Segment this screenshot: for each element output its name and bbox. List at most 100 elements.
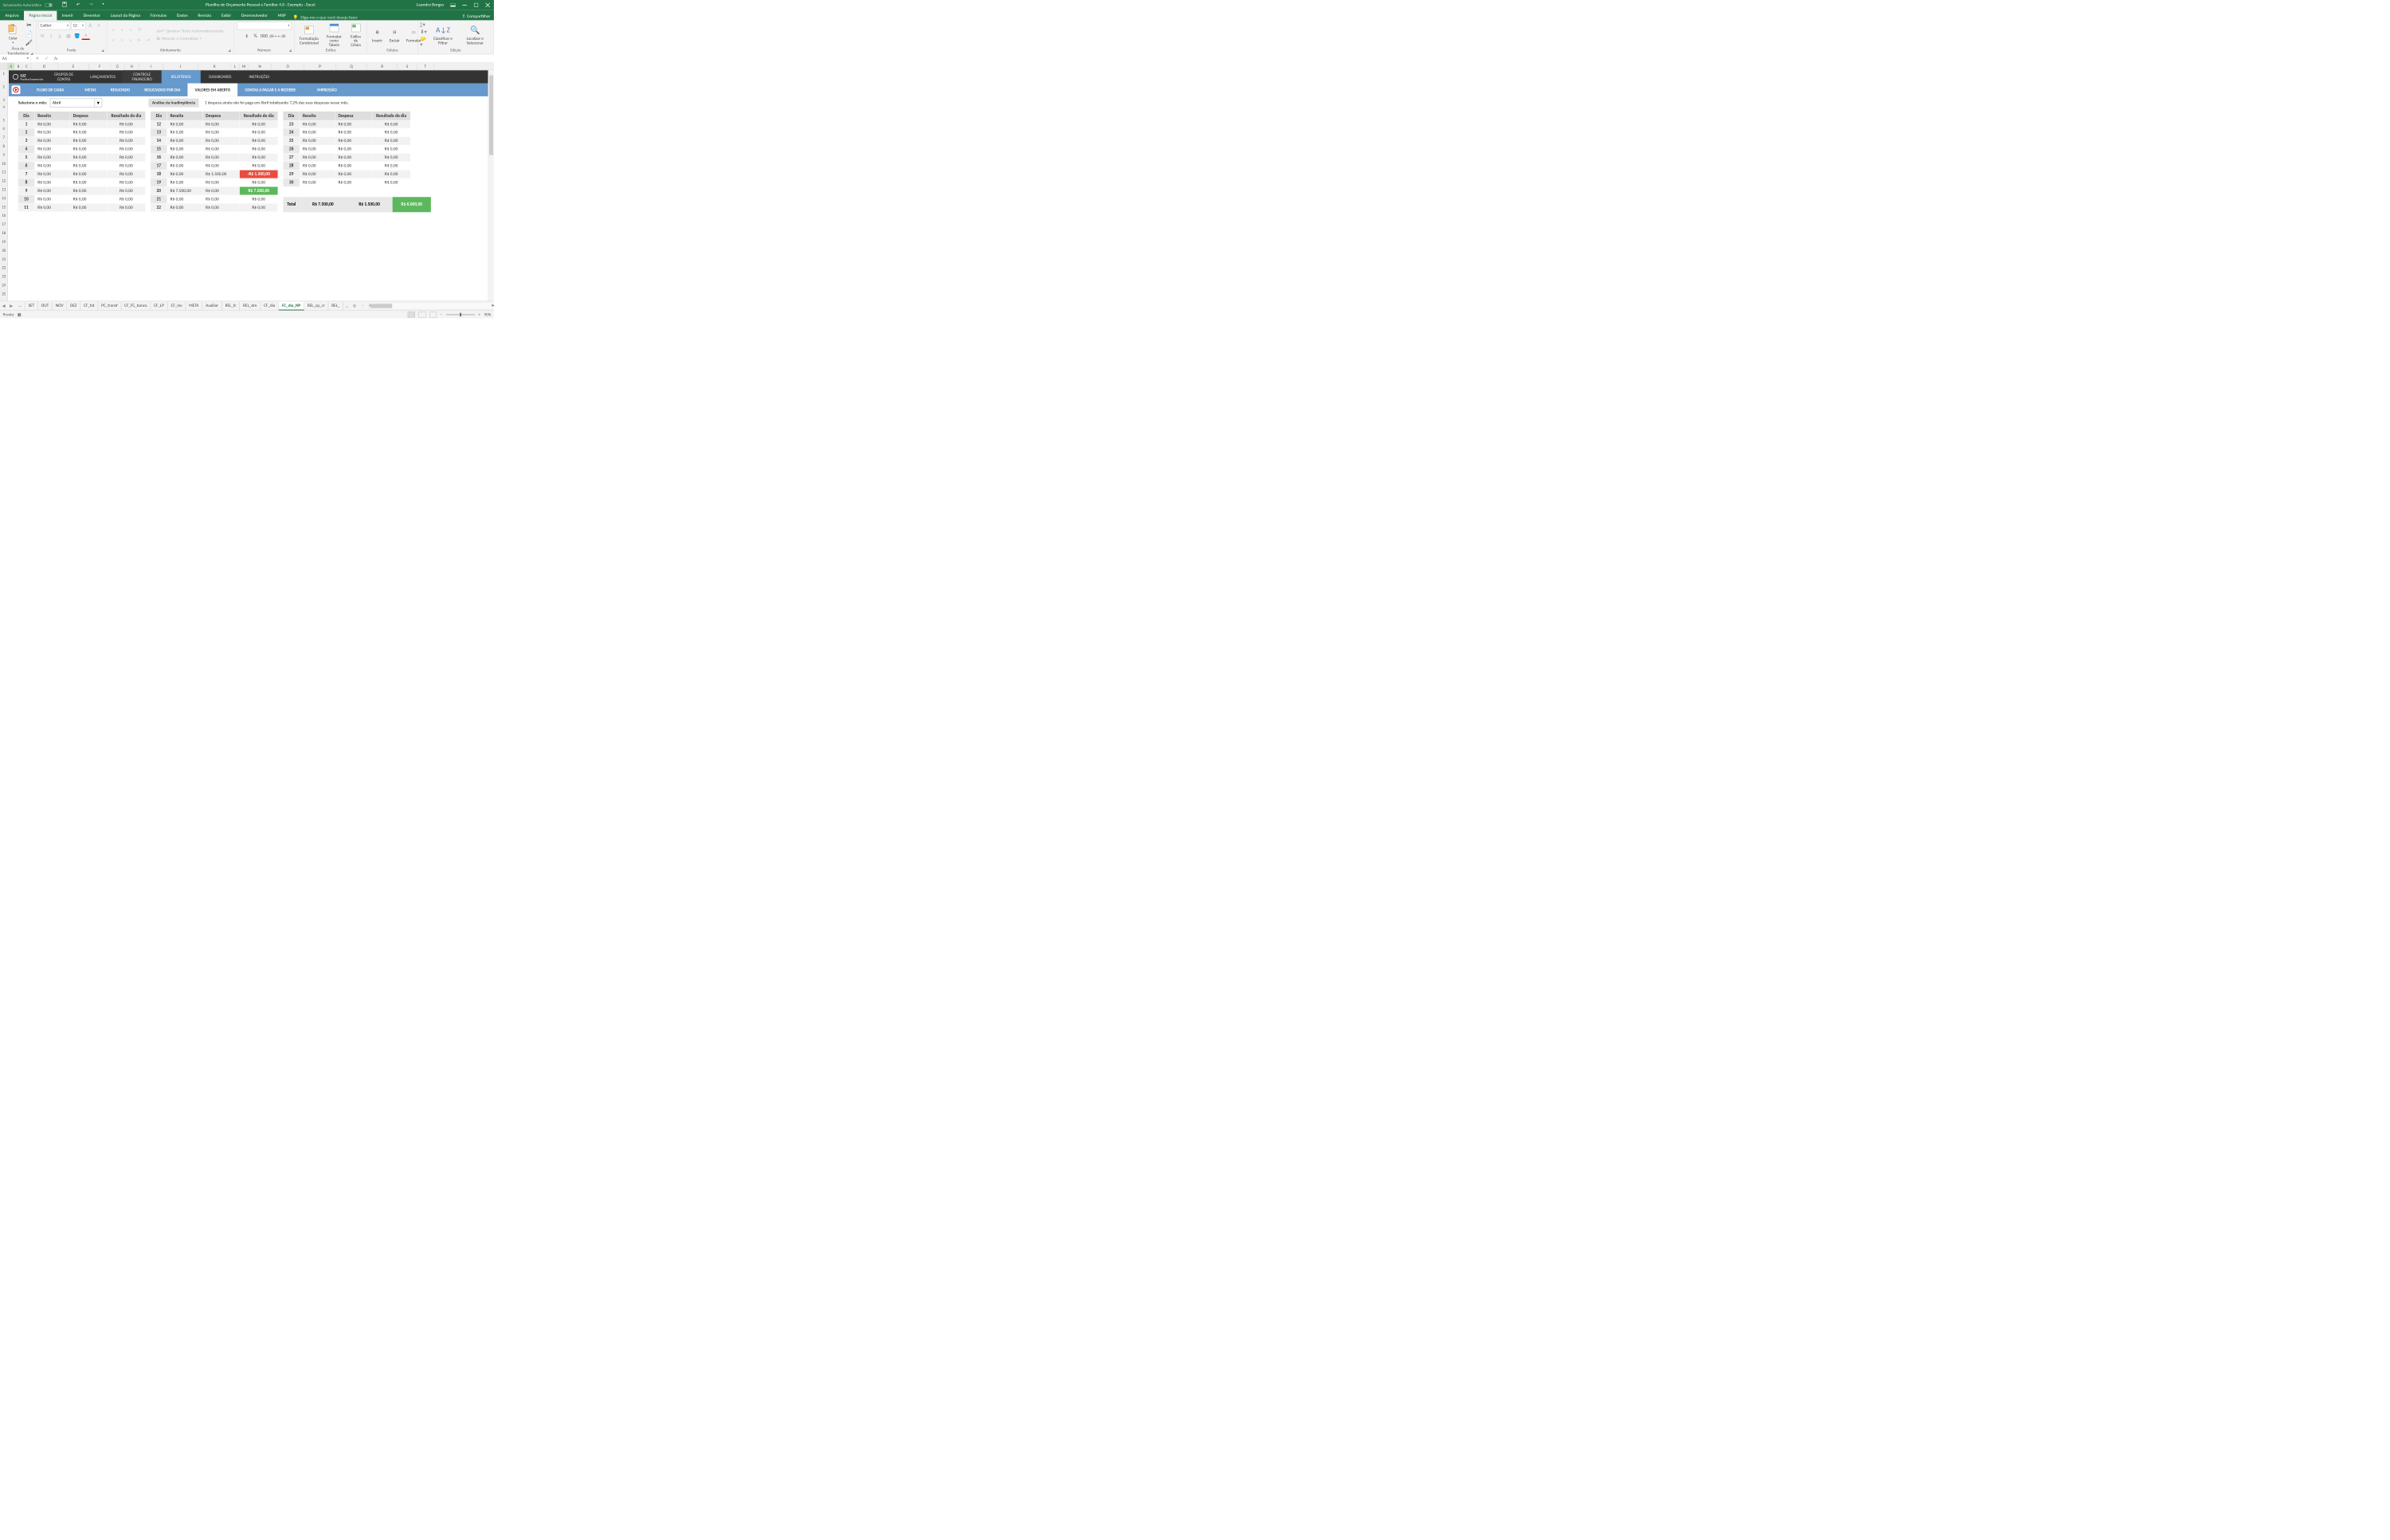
nav-lancamentos[interactable]: LANÇAMENTOS	[84, 70, 123, 83]
clear-icon[interactable]: 🧽▾	[420, 36, 427, 48]
tab-desenvolvedor[interactable]: Desenvolvedor	[237, 11, 273, 21]
subnav-resultados-dia[interactable]: RESULTADOS POR DIA	[137, 84, 187, 96]
col-header-P[interactable]: P	[304, 63, 336, 70]
cut-icon[interactable]: ✂	[25, 22, 33, 29]
vertical-scrollbar[interactable]	[488, 70, 494, 301]
col-header-D[interactable]: D	[31, 63, 58, 70]
fill-color-icon[interactable]: 🪣	[73, 32, 81, 40]
maximize-icon[interactable]	[473, 2, 478, 7]
tellme-field[interactable]: Diga-me o que você deseja fazer	[300, 15, 357, 20]
row-header-4[interactable]: 4	[0, 104, 8, 116]
table-row[interactable]: 2R$ 0,00R$ 0,00R$ 0,00	[18, 128, 146, 136]
table-row[interactable]: 7R$ 0,00R$ 0,00R$ 0,00	[18, 170, 146, 178]
italic-icon[interactable]: I	[47, 32, 55, 40]
table-row[interactable]: 6R$ 0,00R$ 0,00R$ 0,00	[18, 162, 146, 170]
row-header-14[interactable]: 14	[0, 195, 8, 204]
row-header-25[interactable]: 25	[0, 291, 8, 300]
table-row[interactable]: 1R$ 0,00R$ 0,00R$ 0,00	[18, 120, 146, 128]
col-header-F[interactable]: F	[89, 63, 111, 70]
format-as-table-button[interactable]: Formatar como Tabela	[323, 22, 346, 48]
align-middle-icon[interactable]: ≡	[118, 25, 126, 33]
macro-record-icon[interactable]: ▦	[18, 312, 22, 317]
table-row[interactable]: 15R$ 0,00R$ 0,00R$ 0,00	[151, 145, 278, 153]
col-header-R[interactable]: R	[367, 63, 398, 70]
col-header-C[interactable]: C	[22, 63, 31, 70]
table-row[interactable]: 20R$ 7.500,00R$ 0,00R$ 7.500,00	[151, 187, 278, 195]
sheet-nav-next-icon[interactable]: ▶	[7, 303, 14, 308]
table-row[interactable]: 9R$ 0,00R$ 0,00R$ 0,00	[18, 187, 146, 195]
normal-view-icon[interactable]	[408, 312, 415, 317]
tab-formulas[interactable]: Fórmulas	[145, 11, 171, 21]
enter-formula-icon[interactable]: ✓	[45, 56, 49, 61]
align-right-icon[interactable]: ≡	[127, 36, 135, 44]
decrease-decimal-icon[interactable]: ←,00	[277, 32, 285, 40]
sheet-tab-SET[interactable]: SET	[25, 301, 38, 310]
font-family-combo[interactable]: Calibri▾	[38, 22, 70, 29]
sheet-tab-CF_dia[interactable]: CF_dia	[261, 301, 279, 310]
copy-icon[interactable]: 📄	[25, 30, 33, 37]
name-box[interactable]: A1▼	[0, 56, 31, 61]
align-top-icon[interactable]: ≡	[109, 25, 117, 33]
row-header-5[interactable]: 5	[0, 116, 8, 125]
number-expand-icon[interactable]: ◢	[289, 49, 292, 53]
paste-button[interactable]: Colar▾	[2, 24, 24, 45]
row-header-16[interactable]: 16	[0, 212, 8, 221]
row-header-23[interactable]: 23	[0, 273, 8, 282]
sheet-tab-...[interactable]: ...	[15, 301, 25, 310]
border-icon[interactable]: ▦	[65, 32, 72, 40]
close-icon[interactable]	[485, 2, 490, 7]
minimize-icon[interactable]	[462, 2, 467, 7]
page-break-view-icon[interactable]	[429, 312, 437, 317]
cell-styles-button[interactable]: Estilos de Célula	[347, 22, 364, 48]
row-header-12[interactable]: 12	[0, 178, 8, 186]
sheet-tab-NOV[interactable]: NOV	[53, 301, 67, 310]
currency-icon[interactable]: $	[243, 32, 251, 40]
sheet-tab-OUT[interactable]: OUT	[38, 301, 53, 310]
indent-dec-icon[interactable]: ⇤	[135, 36, 143, 44]
tab-revisao[interactable]: Revisão	[193, 11, 217, 21]
font-expand-icon[interactable]: ◢	[101, 49, 104, 53]
fill-icon[interactable]: ⬇▾	[420, 29, 427, 35]
table-row[interactable]: 18R$ 0,00R$ 1.500,00-R$ 1.500,00	[151, 170, 278, 178]
row-header-13[interactable]: 13	[0, 186, 8, 195]
sort-filter-button[interactable]: A↓ZClassificar e Filtrar	[429, 24, 457, 45]
nav-grupos[interactable]: GRUPOS DE CONTAS	[44, 70, 83, 83]
align-bottom-icon[interactable]: ≡	[127, 25, 135, 33]
row-header-7[interactable]: 7	[0, 134, 8, 143]
zoom-out-icon[interactable]: −	[441, 312, 442, 317]
table-row[interactable]: 25R$ 0,00R$ 0,00R$ 0,00	[283, 137, 430, 145]
ribbon-options-icon[interactable]	[450, 2, 455, 7]
find-select-button[interactable]: 🔍Localizar e Selecionar	[459, 24, 492, 45]
col-header-I[interactable]: I	[139, 63, 163, 70]
table-row[interactable]: 14R$ 0,00R$ 0,00R$ 0,00	[151, 137, 278, 145]
thousands-icon[interactable]: 000	[261, 32, 268, 40]
tab-msp[interactable]: MSP	[272, 11, 291, 21]
row-header-10[interactable]: 10	[0, 160, 8, 169]
nav-relatorios[interactable]: RELATÓRIOS	[162, 70, 201, 83]
tab-dados[interactable]: Dados	[171, 11, 193, 21]
tab-inserir[interactable]: Inserir	[57, 11, 78, 21]
bold-icon[interactable]: N	[38, 32, 46, 40]
nav-controle[interactable]: CONTROLE FINANCEIRO	[123, 70, 162, 83]
table-row[interactable]: 22R$ 0,00R$ 0,00R$ 0,00	[151, 203, 278, 211]
row-header-15[interactable]: 15	[0, 203, 8, 212]
col-header-E[interactable]: E	[58, 63, 89, 70]
row-header-11[interactable]: 11	[0, 169, 8, 178]
analysis-button[interactable]: Análise da Inadimplência	[148, 99, 198, 108]
autosave-toggle[interactable]	[45, 3, 53, 7]
table-row[interactable]: 29R$ 0,00R$ 0,00R$ 0,00	[283, 170, 430, 178]
subnav-metas[interactable]: METAS	[77, 84, 103, 96]
font-size-combo[interactable]: 12▾	[71, 22, 85, 29]
row-header-8[interactable]: 8	[0, 143, 8, 151]
sheet-tab-REL_[interactable]: REL_	[328, 301, 343, 310]
zoom-slider[interactable]	[446, 314, 475, 315]
col-header-G[interactable]: G	[111, 63, 124, 70]
table-row[interactable]: 5R$ 0,00R$ 0,00R$ 0,00	[18, 154, 146, 162]
sheet-tab-CF_FC_banco[interactable]: CF_FC_banco	[121, 301, 151, 310]
col-header-H[interactable]: H	[124, 63, 139, 70]
table-row[interactable]: 21R$ 0,00R$ 0,00R$ 0,00	[151, 195, 278, 203]
table-row[interactable]: 30R$ 0,00R$ 0,00R$ 0,00	[283, 178, 430, 186]
page-layout-view-icon[interactable]	[418, 312, 425, 317]
delete-cells-button[interactable]: ⊟Excluir	[386, 26, 402, 43]
spreadsheet-grid[interactable]: 1234567891011121314151617181920212223242…	[0, 70, 488, 301]
